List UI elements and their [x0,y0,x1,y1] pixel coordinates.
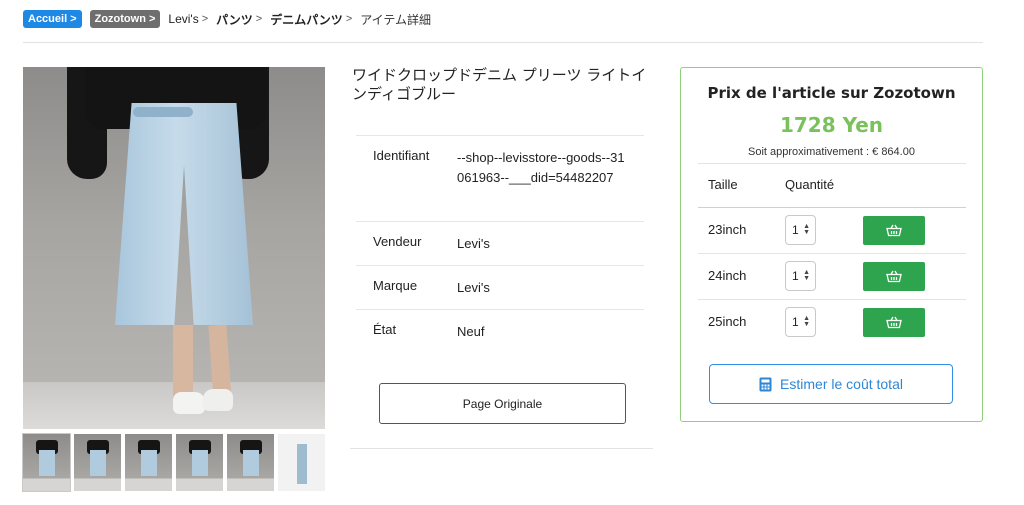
detail-value: --shop--levisstore--goods--31061963--___… [457,150,625,185]
breadcrumb-store-label[interactable]: Zozotown > [89,10,161,28]
breadcrumb-separator: > [255,13,263,25]
detail-label: État [373,322,397,337]
breadcrumb-category[interactable]: パンツ > [216,11,262,28]
detail-row-marque: Marque Levi's [356,265,644,309]
breadcrumb-category-label[interactable]: パンツ [216,11,253,28]
column-header-quantity: Quantité [785,177,835,192]
stepper-arrows-icon: ▲ ▼ [803,223,810,236]
divider [23,42,983,43]
basket-icon [886,316,902,329]
thumbnail-strip [22,433,329,492]
breadcrumb-separator: > [201,13,209,25]
breadcrumb-separator: > [345,13,353,25]
product-main-image[interactable] [23,67,325,429]
quantity-value: 1 [792,315,799,329]
breadcrumb-brand[interactable]: Levi's > [168,12,208,26]
quantity-value: 1 [792,223,799,237]
detail-value: Levi's [457,280,490,295]
product-details-table: Identifiant --shop--levisstore--goods--3… [356,135,644,353]
breadcrumb: Accueil > Zozotown > Levi's > パンツ > デニムパ… [23,10,439,28]
product-title: ワイドクロップドデニム プリーツ ライトインディゴブルー [352,66,647,103]
breadcrumb-subcategory[interactable]: デニムパンツ > [270,11,352,28]
size-row: 24inch 1 ▲ ▼ [698,253,966,299]
price-panel: Prix de l'article sur Zozotown 1728 Yen … [680,67,983,422]
size-label: 25inch [708,314,747,329]
detail-row-identifiant: Identifiant --shop--levisstore--goods--3… [356,135,644,221]
estimate-total-button[interactable]: Estimer le coût total [709,364,953,404]
quantity-select[interactable]: 1 ▲ ▼ [785,261,816,291]
breadcrumb-home[interactable]: Accueil > [23,10,82,28]
product-thumbnail[interactable] [125,434,172,491]
size-label: 23inch [708,222,747,237]
quantity-value: 1 [792,269,799,283]
quantity-select[interactable]: 1 ▲ ▼ [785,215,816,245]
price-value: 1728 Yen [779,113,884,137]
stepper-arrows-icon: ▲ ▼ [803,269,810,282]
basket-icon [886,270,902,283]
breadcrumb-current: アイテム詳細 [360,11,431,28]
size-row: 23inch 1 ▲ ▼ [698,207,966,253]
basket-icon [886,224,902,237]
product-thumbnail[interactable] [278,434,325,491]
detail-value: Neuf [457,324,485,339]
product-thumbnail[interactable] [74,434,121,491]
price-panel-title: Prix de l'article sur Zozotown [707,84,956,102]
detail-row-vendeur: Vendeur Levi's [356,221,644,265]
add-to-cart-button[interactable] [863,308,925,337]
breadcrumb-home-label[interactable]: Accueil > [23,10,82,28]
breadcrumb-subcategory-label[interactable]: デニムパンツ [270,11,343,28]
breadcrumb-brand-label[interactable]: Levi's [168,12,198,26]
breadcrumb-current-label: アイテム詳細 [360,12,432,27]
product-thumbnail[interactable] [22,433,71,492]
breadcrumb-store[interactable]: Zozotown > [89,10,161,28]
detail-row-etat: État Neuf [356,309,644,353]
product-thumbnail[interactable] [176,434,223,491]
detail-label: Identifiant [373,148,430,163]
add-to-cart-button[interactable] [863,216,925,245]
size-row: 25inch 1 ▲ ▼ [698,299,966,345]
divider [350,448,653,449]
detail-value: Levi's [457,236,490,251]
detail-label: Marque [373,278,418,293]
estimate-total-label[interactable]: Estimer le coût total [780,376,903,392]
stepper-arrows-icon: ▲ ▼ [803,315,810,328]
calculator-icon [759,377,772,392]
price-approx: Soit approximativement : € 864.00 [748,146,915,158]
detail-label: Vendeur [373,234,422,249]
quantity-select[interactable]: 1 ▲ ▼ [785,307,816,337]
original-page-button[interactable]: Page Originale [379,383,626,424]
column-header-size: Taille [708,177,738,192]
add-to-cart-button[interactable] [863,262,925,291]
product-thumbnail[interactable] [227,434,274,491]
divider [698,163,966,164]
size-label: 24inch [708,268,747,283]
